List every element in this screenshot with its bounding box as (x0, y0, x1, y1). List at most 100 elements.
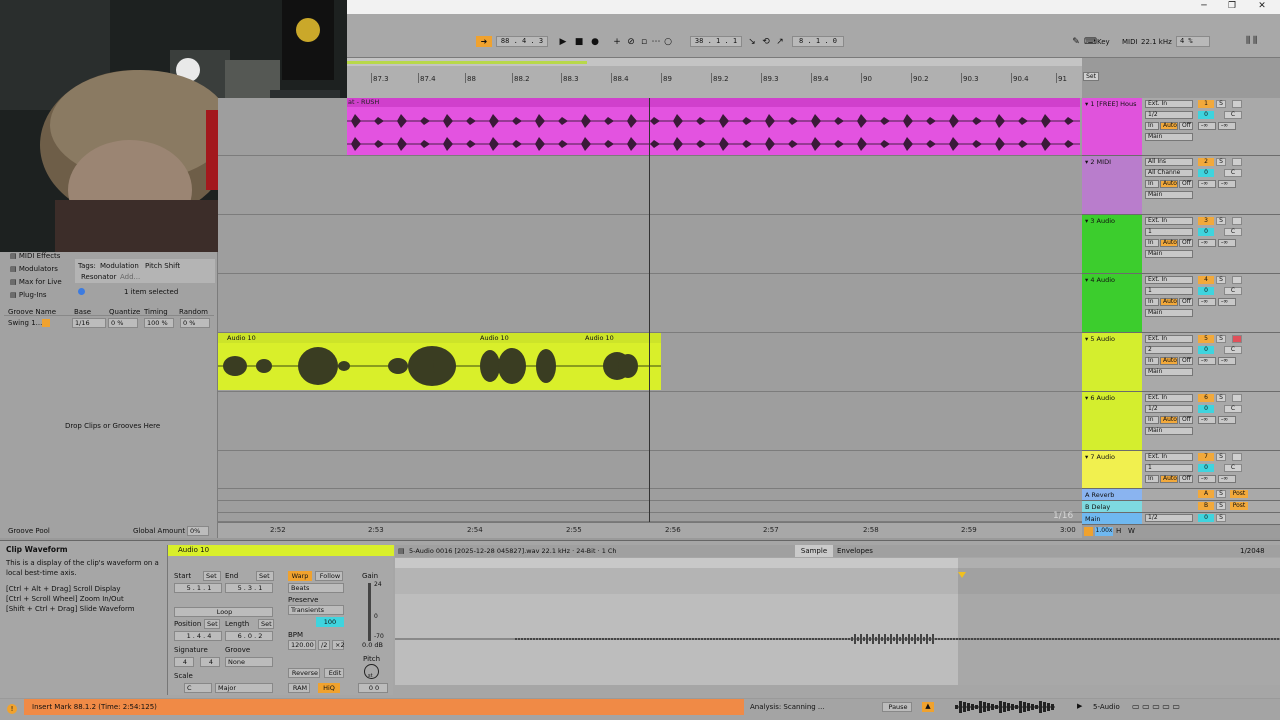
monitor-off-button[interactable]: Off (1179, 239, 1193, 247)
follow-button[interactable]: Follow (315, 571, 343, 581)
solo-button[interactable]: S (1216, 100, 1226, 108)
monitor-in-button[interactable]: In (1145, 416, 1159, 424)
global-amount-field[interactable]: 0% (187, 526, 209, 536)
monitor-auto-button[interactable]: Auto (1160, 357, 1178, 365)
track-fold-icon[interactable]: ▾ (1085, 394, 1088, 402)
arm-button[interactable] (1232, 100, 1242, 108)
arrangement-view[interactable]: at - RUSH Audio 10 Audio 10 Audio 10 1/1… (218, 98, 1082, 522)
double-bpm-button[interactable]: ×2 (332, 640, 345, 650)
input-channel-select[interactable]: 1/2 (1145, 405, 1193, 413)
volume-field[interactable]: 0 (1198, 346, 1214, 354)
tag-add[interactable]: Add... (120, 273, 140, 281)
output-select[interactable]: Main (1145, 250, 1193, 258)
track-activator[interactable]: 4 (1198, 276, 1214, 284)
loop-brace[interactable] (347, 61, 587, 64)
track-activator[interactable]: 1 (1198, 100, 1214, 108)
monitor-off-button[interactable]: Off (1179, 357, 1193, 365)
input-type-select[interactable]: All Ins (1145, 158, 1193, 166)
track-name-5[interactable]: ▾ 5 Audio (1082, 333, 1142, 391)
track-fold-icon[interactable]: ▾ (1085, 335, 1088, 343)
monitor-off-button[interactable]: Off (1179, 122, 1193, 130)
input-channel-select[interactable]: All Channe (1145, 169, 1193, 177)
monitor-in-button[interactable]: In (1145, 357, 1159, 365)
loop-button[interactable]: Loop (174, 607, 273, 617)
punch-out-icon[interactable]: ↗ (774, 36, 786, 48)
hot-swap-icon[interactable] (42, 319, 50, 327)
pause-button[interactable]: Pause (882, 702, 912, 712)
reenable-automation-icon[interactable]: ▫ (638, 36, 650, 48)
scale-mode[interactable]: Major (215, 683, 273, 693)
reverse-button[interactable]: Reverse (288, 668, 320, 678)
send-a-field[interactable]: -∞ (1198, 239, 1216, 247)
track-header-4[interactable]: ▾ 4 Audio Ext. In 1 In Auto Off Main 4 S 0 C -∞ -∞ (1082, 274, 1280, 333)
monitor-off-button[interactable]: Off (1179, 475, 1193, 483)
record-icon[interactable]: ● (589, 36, 601, 48)
return-activator[interactable]: B (1198, 502, 1214, 510)
keyboard-icon[interactable]: ⌨ (1084, 36, 1097, 48)
return-post[interactable]: Post (1230, 502, 1248, 510)
solo-button[interactable]: S (1216, 394, 1226, 402)
arm-button[interactable] (1232, 158, 1242, 166)
groove-timing[interactable]: 100 % (144, 318, 174, 328)
warp-marker-icon[interactable] (958, 572, 966, 578)
track-name-4[interactable]: ▾ 4 Audio (1082, 274, 1142, 332)
transient-envelope[interactable]: 100 (316, 617, 344, 627)
monitor-auto-button[interactable]: Auto (1160, 298, 1178, 306)
restore-button[interactable]: ❐ (1220, 0, 1244, 14)
pan-field[interactable]: C (1224, 228, 1242, 236)
input-type-select[interactable]: Ext. In (1145, 394, 1193, 402)
monitor-auto-button[interactable]: Auto (1160, 239, 1178, 247)
close-button[interactable]: ✕ (1250, 0, 1274, 14)
lane-return-b[interactable] (218, 501, 1082, 513)
warp-button[interactable]: Warp (288, 571, 312, 581)
beat-time-ruler[interactable]: Set 87.3 87.4 88 88.2 88.3 88.4 89 89.2 89.3 89.4… (347, 58, 1099, 98)
monitor-off-button[interactable]: Off (1179, 180, 1193, 188)
warp-mode-select[interactable]: Beats (288, 583, 344, 593)
pan-field[interactable]: C (1224, 287, 1242, 295)
tag-modulation[interactable]: Modulation (100, 262, 139, 270)
midi-map-button[interactable]: MIDI (1122, 38, 1138, 46)
return-name[interactable]: B Delay (1082, 501, 1142, 512)
output-select[interactable]: Main (1145, 309, 1193, 317)
length-set-button[interactable]: Set (258, 619, 274, 629)
sample-fold-icon[interactable]: ▤ (398, 547, 405, 555)
tab-sample[interactable]: Sample (795, 545, 833, 557)
clip-audio10[interactable]: Audio 10 Audio 10 Audio 10 (218, 333, 661, 390)
send-b-field[interactable]: -∞ (1218, 239, 1236, 247)
category-max-for-live[interactable]: ▤ Max for Live (10, 278, 62, 286)
track-header-6[interactable]: ▾ 6 Audio Ext. In 1/2 In Auto Off Main 6 S 0 C -∞ -∞ (1082, 392, 1280, 451)
w-toggle[interactable]: W (1128, 527, 1135, 535)
punch-in-icon[interactable]: ↘ (746, 36, 758, 48)
send-b-field[interactable]: -∞ (1218, 122, 1236, 130)
track-header-3[interactable]: ▾ 3 Audio Ext. In 1 In Auto Off Main 3 S 0 C -∞ -∞ (1082, 215, 1280, 274)
end-field[interactable]: 5 . 3 . 1 (225, 583, 273, 593)
return-solo[interactable]: S (1216, 514, 1226, 522)
solo-button[interactable]: S (1216, 158, 1226, 166)
monitor-in-button[interactable]: In (1145, 239, 1159, 247)
warning-icon[interactable]: ! (7, 704, 17, 714)
input-type-select[interactable]: Ext. In (1145, 453, 1193, 461)
track-fold-icon[interactable]: ▾ (1085, 158, 1088, 166)
track-header-7[interactable]: ▾ 7 Audio Ext. In 1 In Auto Off 7 S 0 C -∞ -∞ (1082, 451, 1280, 489)
send-b-field[interactable]: -∞ (1218, 416, 1236, 424)
category-plug-ins[interactable]: ▤ Plug-Ins (10, 291, 47, 299)
send-b-field[interactable]: -∞ (1218, 357, 1236, 365)
return-name[interactable]: A Reverb (1082, 489, 1142, 500)
track-name-3[interactable]: ▾ 3 Audio (1082, 215, 1142, 273)
track-fold-icon[interactable]: ▾ (1085, 276, 1088, 284)
solo-button[interactable]: S (1216, 335, 1226, 343)
input-type-select[interactable]: Ext. In (1145, 276, 1193, 284)
input-type-select[interactable]: Ext. In (1145, 217, 1193, 225)
loop-switch-icon[interactable]: ⟲ (760, 36, 772, 48)
arm-button[interactable] (1232, 217, 1242, 225)
hiq-button[interactable]: HiQ (318, 683, 340, 693)
volume-field[interactable]: 0 (1198, 169, 1214, 177)
automation-arm-icon[interactable]: ⊘ (625, 36, 637, 48)
monitor-off-button[interactable]: Off (1179, 416, 1193, 424)
return-solo[interactable]: S (1216, 502, 1226, 510)
pan-field[interactable]: C (1224, 169, 1242, 177)
signature-denominator[interactable]: 4 (200, 657, 220, 667)
output-select[interactable]: Main (1145, 133, 1193, 141)
start-set-button[interactable]: Set (203, 571, 221, 581)
capture-icon[interactable]: ⋯ (650, 36, 662, 48)
